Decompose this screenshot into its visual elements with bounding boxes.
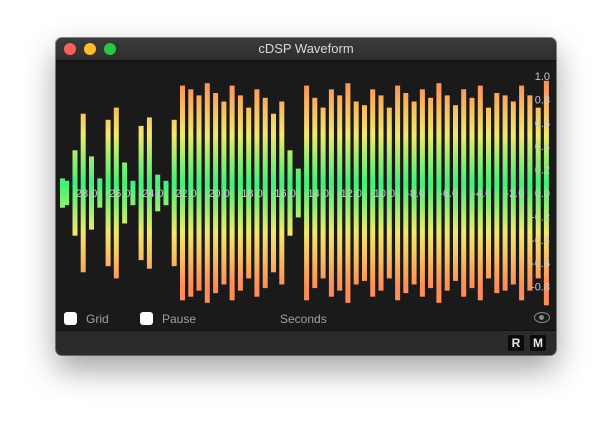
eye-icon[interactable]	[534, 312, 550, 323]
y-tick-label: -0.8	[531, 282, 550, 294]
waveform-bar	[64, 180, 70, 206]
bottom-toolbar: R M	[56, 330, 556, 355]
y-tick-label: -0.2	[531, 211, 550, 223]
waveform-bar	[362, 105, 367, 281]
m-button[interactable]: M	[530, 335, 546, 351]
x-tick-label: -8.0	[406, 188, 425, 200]
y-tick-label: 1.0	[535, 71, 550, 83]
y-tick-label: 0.6	[535, 118, 550, 130]
y-tick-label: -0.6	[531, 258, 550, 270]
y-tick-label: 0.8	[535, 94, 550, 106]
y-tick-label: 0.2	[535, 165, 550, 177]
waveform-window: cDSP Waveform -28.0 -26.0 -24.0 -22.0 -20.0-…	[56, 38, 556, 355]
pause-label: Pause	[162, 312, 197, 326]
x-tick-label: -16.0	[271, 188, 296, 200]
x-tick-label: -4.0	[472, 188, 491, 200]
waveform-bar	[461, 89, 467, 297]
y-tick-label: 0.0	[535, 188, 550, 200]
waveform-bar	[395, 85, 401, 301]
waveform-bar	[163, 180, 169, 206]
x-tick-label: -6.0	[439, 188, 458, 200]
y-tick-label: 0.4	[535, 141, 550, 153]
waveform-bar	[494, 93, 500, 294]
x-tick-label: -24.0	[138, 188, 163, 200]
waveform-bar	[196, 95, 202, 291]
x-tick-label: -12.0	[337, 188, 362, 200]
waveform-bar	[97, 178, 103, 208]
waveform-bar	[428, 97, 434, 289]
pause-checkbox[interactable]	[140, 312, 153, 325]
x-tick-label: -28.0	[72, 188, 97, 200]
y-tick-label: -0.4	[531, 235, 550, 247]
x-tick-label: -18.0	[238, 188, 263, 200]
x-tick-label: -26.0	[105, 188, 130, 200]
grid-label: Grid	[86, 312, 109, 326]
waveform-plot: -28.0 -26.0 -24.0 -22.0 -20.0 -18.0 -16.0 -14.0…	[56, 61, 556, 306]
x-tick-label: -2.0	[505, 188, 524, 200]
controls-row: Grid Pause Seconds	[56, 306, 556, 330]
x-tick-label: -10.0	[370, 188, 395, 200]
grid-checkbox[interactable]	[64, 312, 77, 325]
waveform-chart: -28.0 -26.0 -24.0 -22.0 -20.0 -18.0 -16.0 -14.0…	[60, 71, 550, 306]
r-button[interactable]: R	[508, 335, 524, 351]
x-axis-label: Seconds	[280, 312, 327, 326]
title-bar[interactable]: cDSP Waveform	[56, 38, 556, 61]
x-tick-label: -22.0	[172, 188, 197, 200]
waveform-bar	[130, 180, 136, 206]
window-title: cDSP Waveform	[258, 41, 354, 56]
waveform-bar	[328, 89, 334, 297]
waveform-bar	[229, 85, 235, 301]
waveform-bar	[295, 168, 301, 218]
x-tick-label: -20.0	[205, 188, 230, 200]
x-tick-label: -14.0	[304, 188, 329, 200]
waveform-bar	[262, 97, 268, 289]
